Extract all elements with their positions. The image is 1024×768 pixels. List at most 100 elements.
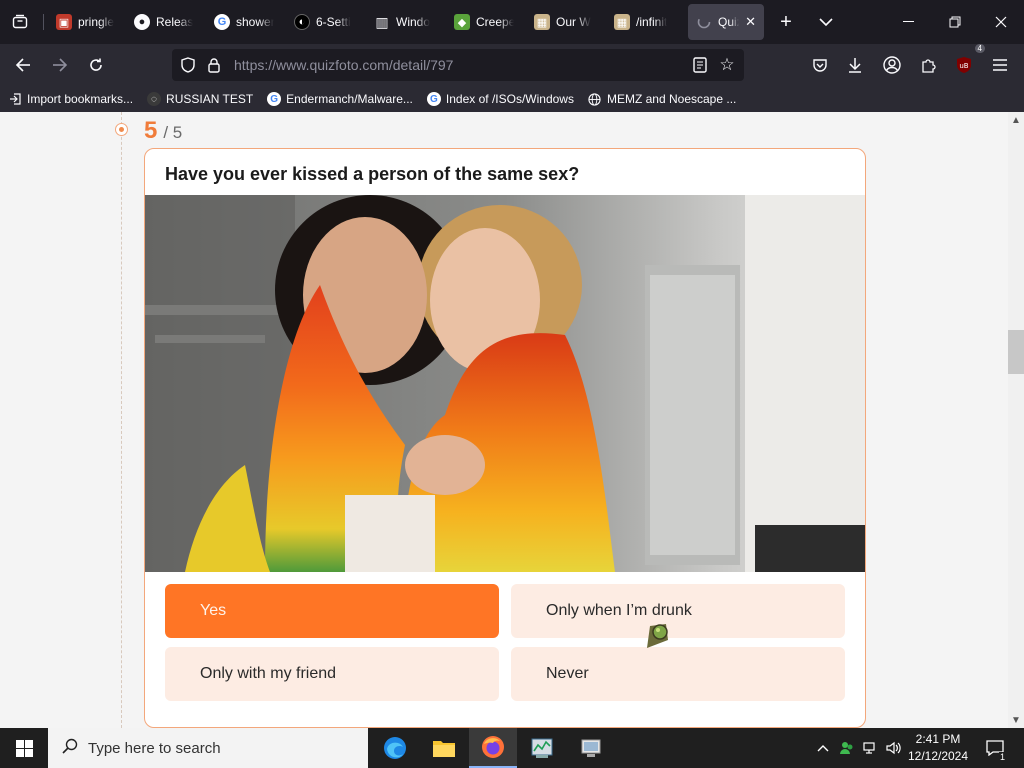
taskbar-search-box[interactable]: Type here to search bbox=[48, 728, 368, 768]
reader-view-icon[interactable] bbox=[690, 55, 710, 75]
answer-option-only-when-drunk[interactable]: Only when I’m drunk bbox=[511, 584, 845, 638]
question-text: Have you ever kissed a person of the sam… bbox=[165, 164, 580, 184]
people-icon[interactable] bbox=[836, 728, 858, 768]
tab-title: Windo bbox=[396, 15, 431, 29]
map-icon: ▦ bbox=[534, 14, 550, 30]
question-counter: 5 / 5 bbox=[144, 117, 182, 145]
browser-tab[interactable]: ▣ pringle bbox=[48, 4, 122, 40]
browser-tab[interactable]: ● Releas bbox=[126, 4, 204, 40]
browser-tab[interactable]: G shower bbox=[206, 4, 282, 40]
bookmark-label: RUSSIAN TEST bbox=[166, 92, 254, 106]
tracking-protection-shield-icon[interactable] bbox=[178, 55, 198, 75]
firefox-icon[interactable] bbox=[469, 728, 517, 768]
url-bar[interactable]: https://www.quizfoto.com/detail/797 ☆ bbox=[172, 49, 744, 81]
downloads-icon[interactable] bbox=[840, 50, 870, 80]
question-photo bbox=[145, 195, 865, 572]
edge-icon[interactable] bbox=[371, 728, 419, 768]
forward-button[interactable] bbox=[45, 50, 75, 80]
pocket-icon[interactable] bbox=[805, 50, 835, 80]
bookmark-label: MEMZ and Noescape ... bbox=[606, 92, 737, 106]
bookmark-isos-windows[interactable]: G Index of /ISOs/Windows bbox=[426, 92, 574, 106]
import-icon bbox=[8, 92, 22, 106]
reload-button[interactable] bbox=[81, 50, 111, 80]
answer-option-only-with-friend[interactable]: Only with my friend bbox=[165, 647, 499, 701]
bookmark-label: Import bookmarks... bbox=[27, 92, 134, 106]
ublock-origin-icon[interactable]: uB 4 bbox=[949, 44, 985, 80]
loading-icon: ◌ bbox=[147, 92, 162, 106]
scroll-down-arrow-icon[interactable]: ▼ bbox=[1008, 712, 1024, 728]
page-scrollbar[interactable]: ▲ ▼ bbox=[1008, 112, 1024, 728]
close-window-icon[interactable] bbox=[978, 0, 1024, 44]
browser-tab[interactable]: ▦ /infinit bbox=[606, 4, 684, 40]
browser-tab[interactable]: ◐ 6-Setti bbox=[286, 4, 362, 40]
taskbar-clock[interactable]: 2:41 PM 12/12/2024 bbox=[898, 731, 978, 765]
github-icon: ● bbox=[134, 14, 150, 30]
network-icon[interactable] bbox=[860, 728, 882, 768]
close-tab-icon[interactable]: ✕ bbox=[745, 14, 756, 30]
google-icon: G bbox=[426, 92, 441, 106]
bookmark-memz[interactable]: MEMZ and Noescape ... bbox=[588, 92, 736, 106]
building-icon: ▥ bbox=[375, 13, 389, 30]
account-icon[interactable] bbox=[877, 50, 907, 80]
browser-tab[interactable]: ▥ Windo bbox=[366, 4, 442, 40]
new-tab-button[interactable]: + bbox=[772, 8, 800, 36]
bookmark-endermanch[interactable]: G Endermanch/Malware... bbox=[267, 92, 413, 106]
search-placeholder: Type here to search bbox=[88, 739, 221, 757]
scroll-up-arrow-icon[interactable]: ▲ bbox=[1008, 112, 1024, 128]
pringles-favicon-icon: ▣ bbox=[56, 14, 72, 30]
file-explorer-icon[interactable] bbox=[420, 728, 468, 768]
extensions-puzzle-icon[interactable] bbox=[913, 50, 943, 80]
windows-taskbar: Type here to search 2:41 PM 12/12/2024 1 bbox=[0, 728, 1024, 768]
answer-label: Yes bbox=[200, 602, 227, 619]
navigation-toolbar: https://www.quizfoto.com/detail/797 ☆ uB… bbox=[0, 44, 1024, 86]
search-icon bbox=[62, 738, 78, 759]
tab-title: Our W bbox=[556, 15, 591, 29]
browser-tab[interactable]: ◆ Creepe bbox=[446, 4, 522, 40]
animated-cursor-icon bbox=[644, 620, 672, 650]
back-button[interactable] bbox=[8, 50, 38, 80]
minimize-icon[interactable] bbox=[886, 0, 932, 44]
scrollbar-thumb[interactable] bbox=[1008, 330, 1024, 374]
tab-title: Creepe bbox=[476, 15, 514, 29]
extension-badge: 4 bbox=[974, 44, 985, 53]
remote-desktop-icon[interactable] bbox=[567, 728, 615, 768]
task-manager-icon[interactable] bbox=[518, 728, 566, 768]
google-icon: G bbox=[214, 14, 230, 30]
start-button-windows-icon[interactable] bbox=[0, 728, 48, 768]
question-current-number: 5 bbox=[144, 117, 158, 144]
anonymous-mask-icon: ◐ bbox=[294, 14, 310, 30]
notifications-icon[interactable]: 1 bbox=[980, 728, 1010, 768]
page-viewport: 5 / 5 Have you ever kissed a person of t… bbox=[0, 112, 1008, 728]
app-menu-icon[interactable] bbox=[985, 50, 1015, 80]
map-icon: ▦ bbox=[614, 14, 630, 30]
bookmark-russian-test[interactable]: ◌ RUSSIAN TEST bbox=[147, 92, 253, 106]
svg-text:uB: uB bbox=[959, 62, 968, 70]
tab-strip: ▣ pringle ● Releas G shower ◐ 6-Setti ▥ … bbox=[0, 0, 1024, 44]
tab-title: pringle bbox=[78, 15, 114, 29]
list-all-tabs-icon[interactable] bbox=[812, 8, 840, 36]
clock-date: 12/12/2024 bbox=[907, 749, 969, 763]
show-hidden-icons-chevron-icon[interactable] bbox=[812, 728, 834, 768]
question-card: Have you ever kissed a person of the sam… bbox=[144, 148, 866, 728]
answer-label: Only with my friend bbox=[200, 665, 337, 682]
browser-tab[interactable]: ▦ Our W bbox=[526, 4, 602, 40]
url-text[interactable]: https://www.quizfoto.com/detail/797 bbox=[234, 57, 453, 73]
answer-option-yes[interactable]: Yes bbox=[165, 584, 499, 638]
browser-tab-active[interactable]: Quiz ✕ bbox=[688, 4, 764, 40]
bookmark-import[interactable]: Import bookmarks... bbox=[8, 92, 133, 106]
answer-label: Only when I’m drunk bbox=[546, 602, 692, 619]
loading-spinner-icon bbox=[696, 14, 712, 30]
bookmark-label: Endermanch/Malware... bbox=[286, 92, 413, 106]
lock-icon[interactable] bbox=[204, 55, 224, 75]
restore-icon[interactable] bbox=[932, 0, 978, 44]
bookmark-label: Index of /ISOs/Windows bbox=[445, 92, 574, 106]
clock-time: 2:41 PM bbox=[915, 732, 961, 746]
answer-option-never[interactable]: Never bbox=[511, 647, 845, 701]
tab-overview-icon[interactable] bbox=[6, 8, 34, 36]
bookmarks-toolbar: Import bookmarks... ◌ RUSSIAN TEST G End… bbox=[0, 86, 1024, 112]
tab-title: Releas bbox=[156, 15, 194, 29]
tab-title: shower bbox=[236, 15, 274, 29]
tab-title: Quiz bbox=[718, 15, 739, 29]
creeper-icon: ◆ bbox=[454, 14, 470, 30]
bookmark-star-icon[interactable]: ☆ bbox=[717, 55, 737, 75]
